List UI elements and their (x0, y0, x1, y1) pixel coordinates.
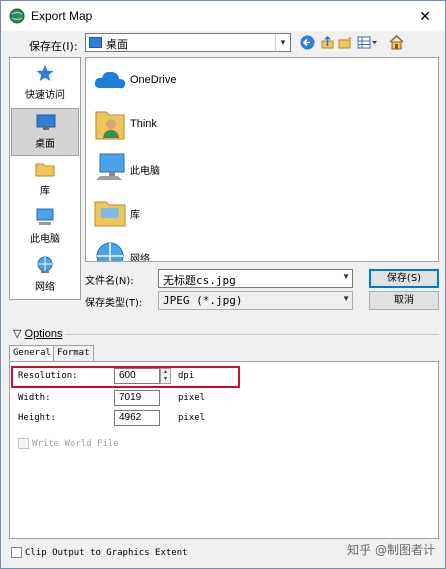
list-item-think[interactable]: Think (90, 104, 240, 148)
options-toggle[interactable]: ▽ Options (13, 327, 62, 340)
list-item-onedrive[interactable]: OneDrive (90, 60, 240, 104)
file-list[interactable]: OneDrive Think 此电脑 库 网络 (85, 57, 439, 262)
clip-output-label: Clip Output to Graphics Extent (25, 548, 188, 558)
desktop-icon (36, 114, 56, 130)
folder-icon (35, 163, 55, 177)
tab-general[interactable]: General (9, 345, 55, 362)
width-label: Width: (18, 393, 51, 403)
places-bar: 快速访问 桌面 库 此电脑 网络 (9, 57, 81, 300)
list-item-network[interactable]: 网络 (90, 236, 240, 261)
user-folder-icon (95, 111, 125, 140)
computer-icon (96, 153, 125, 180)
title-bar: Export Map ✕ (1, 1, 445, 31)
world-file-label: Write World File (32, 439, 119, 449)
options-header: Options (24, 328, 63, 340)
cloud-icon (94, 71, 126, 89)
height-input[interactable]: 4962 (114, 410, 160, 426)
computer-icon (36, 208, 54, 225)
cancel-button[interactable]: 取消 (369, 291, 439, 310)
view-menu-icon[interactable] (356, 34, 378, 51)
folder-icon (94, 201, 126, 227)
resolution-highlight-box (11, 366, 240, 388)
home-icon[interactable] (388, 34, 405, 51)
watermark-text: 知乎 @制图者计 (347, 543, 435, 557)
world-file-checkbox[interactable] (18, 438, 29, 449)
lookin-combobox[interactable]: 桌面 ▼ (85, 33, 291, 52)
height-unit: pixel (178, 413, 206, 423)
window-title: Export Map (31, 9, 93, 23)
up-folder-icon[interactable] (319, 34, 336, 51)
options-divider (65, 334, 439, 335)
collapse-icon: ▽ (13, 328, 22, 340)
place-desktop[interactable]: 桌面 (11, 108, 79, 156)
filename-value: 无标题cs.jpg (163, 274, 236, 287)
width-unit: pixel (178, 393, 206, 403)
filename-combobox[interactable]: 无标题cs.jpg ▼ (158, 269, 353, 288)
place-libraries[interactable]: 库 (11, 156, 79, 204)
filetype-label: 保存类型(T): (85, 298, 143, 309)
filetype-value: JPEG (*.jpg) (163, 294, 243, 307)
network-icon (96, 242, 124, 261)
chevron-down-icon: ▼ (275, 34, 290, 51)
chevron-down-icon: ▼ (342, 294, 350, 303)
place-network[interactable]: 网络 (11, 252, 79, 300)
place-this-pc[interactable]: 此电脑 (11, 204, 79, 252)
clip-output-checkbox[interactable] (11, 547, 22, 558)
filetype-select[interactable]: JPEG (*.jpg) ▼ (158, 291, 353, 310)
new-folder-icon[interactable] (337, 34, 354, 51)
desktop-icon (89, 37, 102, 48)
chevron-down-icon: ▼ (342, 272, 350, 281)
star-icon (36, 65, 54, 81)
list-item-libraries[interactable]: 库 (90, 192, 240, 236)
export-map-dialog: Export Map ✕ 保存在(I): 桌面 ▼ 快速访问 桌面 库 此电脑 … (0, 0, 446, 569)
height-label: Height: (18, 413, 56, 423)
close-button[interactable]: ✕ (405, 1, 445, 31)
back-icon[interactable] (299, 34, 316, 51)
lookin-label: 保存在(I): (29, 40, 78, 53)
app-globe-icon (9, 8, 25, 24)
width-input[interactable]: 7019 (114, 390, 160, 406)
place-quick-access[interactable]: 快速访问 (11, 60, 79, 108)
list-item-this-pc[interactable]: 此电脑 (90, 148, 240, 192)
lookin-value: 桌面 (106, 38, 128, 51)
network-icon (37, 256, 53, 273)
filename-label: 文件名(N): (85, 276, 134, 287)
save-button[interactable]: 保存(S) (369, 269, 439, 288)
tab-format[interactable]: Format (53, 345, 94, 361)
